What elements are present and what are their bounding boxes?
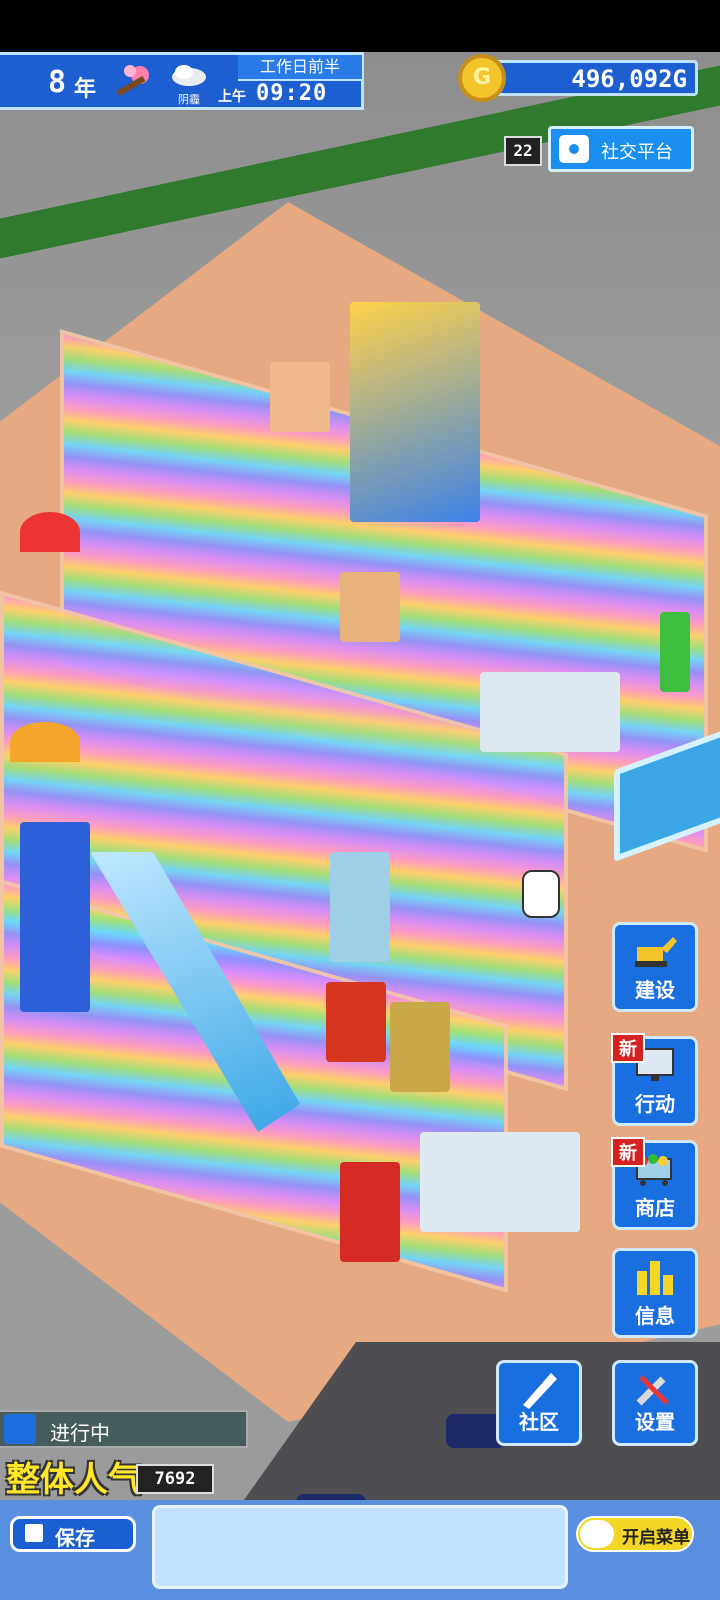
new-badge: 新 [611, 1137, 645, 1167]
popularity-value: 7692 [136, 1464, 214, 1494]
popularity-label: 整体人气 [6, 1460, 142, 1500]
bucket-playground[interactable] [340, 1162, 400, 1262]
pointer-hand-icon [522, 870, 560, 918]
white-bleachers-2[interactable] [420, 1132, 580, 1232]
build-label: 建设 [635, 978, 675, 1002]
save-button[interactable]: 保存 [10, 1516, 136, 1552]
build-button[interactable]: 建设 [612, 922, 698, 1012]
white-bleachers[interactable] [480, 672, 620, 752]
in-progress-label: 进行中 [50, 1421, 110, 1445]
save-icon [25, 1524, 43, 1542]
toggle-knob [580, 1520, 614, 1548]
year-unit: 年 [74, 77, 97, 102]
am-pm-label: 上午 [218, 89, 246, 105]
gold-trophy-statue[interactable] [390, 1002, 450, 1092]
money-value: 496,092G [571, 65, 687, 93]
money-panel: 496,092G [478, 60, 698, 96]
blue-tower[interactable] [20, 822, 90, 1012]
open-menu-toggle[interactable]: 开启菜单 [576, 1516, 694, 1552]
progress-icon [4, 1414, 36, 1444]
coin-symbol: G [472, 65, 492, 90]
settings-button[interactable]: 设置 [612, 1360, 698, 1446]
save-label: 保存 [55, 1526, 95, 1550]
bar-chart-icon [631, 1257, 679, 1301]
message-box [152, 1505, 568, 1589]
social-platform-label: 社交平台 [601, 142, 673, 163]
year-number: 8 [48, 65, 67, 100]
new-badge: 新 [611, 1033, 645, 1063]
social-platform-button[interactable]: 社交平台 [548, 126, 694, 172]
cake-shop[interactable] [270, 362, 330, 432]
beach-umbrella-red[interactable] [20, 512, 80, 552]
rock-sculpture[interactable] [340, 572, 400, 642]
weather-label: 阴霾 [178, 93, 200, 106]
camera-icon [559, 135, 589, 163]
in-progress-panel[interactable]: 进行中 [0, 1410, 248, 1448]
cloudy-icon [170, 63, 208, 87]
day-period-label: 工作日前半 [238, 55, 362, 81]
community-button[interactable]: 社区 [496, 1360, 582, 1446]
shop-button[interactable]: 新 商店 [611, 1137, 698, 1230]
excavator-icon [631, 931, 679, 975]
beach-umbrella-orange[interactable] [10, 722, 80, 762]
shop-label: 商店 [635, 1196, 675, 1220]
action-button[interactable]: 新 行动 [611, 1033, 698, 1126]
info-label: 信息 [635, 1304, 675, 1328]
red-box-statue[interactable] [326, 982, 386, 1062]
social-count-badge: 22 [504, 136, 542, 166]
status-bar-area [0, 0, 720, 52]
merlion-statue[interactable] [330, 852, 390, 962]
flower-decoration[interactable] [660, 612, 690, 692]
spring-blossom-icon [112, 63, 156, 103]
clock-time: 09:20 [256, 81, 328, 106]
open-menu-label: 开启菜单 [622, 1528, 690, 1548]
water-slide-yellow-blue[interactable] [350, 302, 480, 522]
gold-coin-icon: G [458, 54, 506, 102]
settings-label: 设置 [635, 1410, 675, 1434]
action-label: 行动 [635, 1092, 675, 1116]
info-button[interactable]: 信息 [612, 1248, 698, 1338]
date-time-panel: 8 年 阴霾 工作日前半 上午 09:20 [0, 52, 364, 110]
community-label: 社区 [519, 1410, 559, 1434]
